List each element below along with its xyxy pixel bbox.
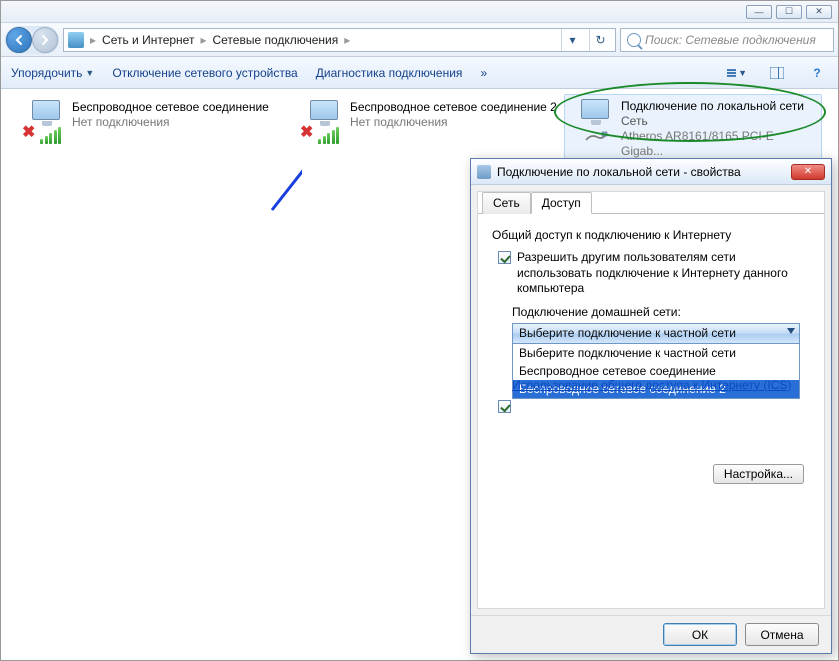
allow-control-checkbox-row[interactable] — [498, 399, 810, 413]
control-panel-icon — [68, 32, 84, 48]
group-ics-title: Общий доступ к подключению к Интернету — [492, 228, 810, 242]
search-placeholder: Поиск: Сетевые подключения — [645, 33, 816, 47]
maximize-button[interactable]: ☐ — [776, 5, 802, 19]
address-bar-row: ▸ Сеть и Интернет ▸ Сетевые подключения … — [1, 23, 838, 57]
checkbox-icon[interactable] — [498, 400, 511, 413]
dialog-titlebar[interactable]: Подключение по локальной сети - свойства… — [471, 159, 831, 185]
dialog-body: Сеть Доступ Общий доступ к подключению к… — [477, 191, 825, 609]
forward-button[interactable] — [32, 27, 58, 53]
allow-sharing-checkbox-row[interactable]: Разрешить другим пользователям сети испо… — [498, 250, 810, 297]
wireless-disconnected-icon: ✖ — [300, 100, 344, 144]
search-icon — [627, 33, 641, 47]
connection-name: Подключение по локальной сети — [621, 99, 815, 114]
tab-access[interactable]: Доступ — [531, 192, 592, 214]
close-button[interactable]: ✕ — [806, 5, 832, 19]
wireless-disconnected-icon: ✖ — [22, 100, 66, 144]
breadcrumb-sep-icon: ▸ — [200, 33, 206, 47]
home-network-combo[interactable]: Выберите подключение к частной сети — [512, 323, 800, 344]
window-titlebar: — ☐ ✕ — [1, 1, 838, 23]
nav-button-group — [5, 26, 59, 54]
ics-help-link[interactable]: Использование общего доступа к Интернету… — [512, 377, 791, 393]
dialog-close-button[interactable]: ✕ — [791, 164, 825, 180]
dialog-title: Подключение по локальной сети - свойства — [497, 165, 741, 179]
search-input[interactable]: Поиск: Сетевые подключения — [620, 28, 834, 52]
cancel-button[interactable]: Отмена — [745, 623, 819, 646]
help-button[interactable]: ? — [806, 62, 828, 84]
diagnose-connection-button[interactable]: Диагностика подключения — [316, 66, 463, 80]
connection-item-lan[interactable]: Подключение по локальной сети Сеть Ather… — [564, 94, 822, 164]
connection-item-wireless-1[interactable]: ✖ Беспроводное сетевое соединение Нет по… — [16, 96, 288, 148]
address-bar[interactable]: ▸ Сеть и Интернет ▸ Сетевые подключения … — [63, 28, 616, 52]
connection-name: Беспроводное сетевое соединение — [72, 100, 269, 115]
address-dropdown-button[interactable]: ▾ — [561, 29, 583, 51]
breadcrumb-sep-icon: ▸ — [90, 33, 96, 47]
tab-network[interactable]: Сеть — [482, 192, 531, 214]
allow-sharing-label: Разрешить другим пользователям сети испо… — [517, 250, 810, 297]
explorer-toolbar: Упорядочить▼ Отключение сетевого устройс… — [1, 57, 838, 89]
view-options-button[interactable]: ▼ — [726, 62, 748, 84]
disable-device-button[interactable]: Отключение сетевого устройства — [112, 66, 297, 80]
checkbox-icon[interactable] — [498, 251, 511, 264]
refresh-button[interactable]: ↻ — [589, 29, 611, 51]
connection-status: Сеть — [621, 114, 815, 129]
preview-pane-button[interactable] — [766, 62, 788, 84]
configure-button[interactable]: Настройка... — [713, 464, 804, 484]
breadcrumb-seg-1[interactable]: Сеть и Интернет — [102, 33, 194, 47]
connection-device: Atheros AR8161/8165 PCI-E Gigab... — [621, 129, 815, 159]
toolbar-overflow-button[interactable]: » — [480, 66, 487, 80]
tab-access-panel: Общий доступ к подключению к Интернету Р… — [478, 213, 824, 609]
ok-button[interactable]: ОК — [663, 623, 737, 646]
connection-item-wireless-2[interactable]: ✖ Беспроводное сетевое соединение 2 Нет … — [294, 96, 566, 148]
combo-selected-value: Выберите подключение к частной сети — [519, 326, 736, 340]
connection-status: Нет подключения — [72, 115, 269, 130]
back-button[interactable] — [6, 27, 32, 53]
chevron-down-icon — [787, 328, 795, 334]
organize-menu[interactable]: Упорядочить▼ — [11, 66, 94, 80]
properties-dialog: Подключение по локальной сети - свойства… — [470, 158, 832, 654]
connection-name: Беспроводное сетевое соединение 2 — [350, 100, 557, 115]
breadcrumb-sep-icon: ▸ — [344, 33, 350, 47]
network-icon — [477, 165, 491, 179]
home-network-label: Подключение домашней сети: — [512, 305, 810, 319]
breadcrumb-seg-2[interactable]: Сетевые подключения — [212, 33, 338, 47]
dialog-footer: ОК Отмена — [471, 615, 831, 653]
minimize-button[interactable]: — — [746, 5, 772, 19]
lan-connected-icon — [571, 99, 615, 143]
connection-status: Нет подключения — [350, 115, 557, 130]
